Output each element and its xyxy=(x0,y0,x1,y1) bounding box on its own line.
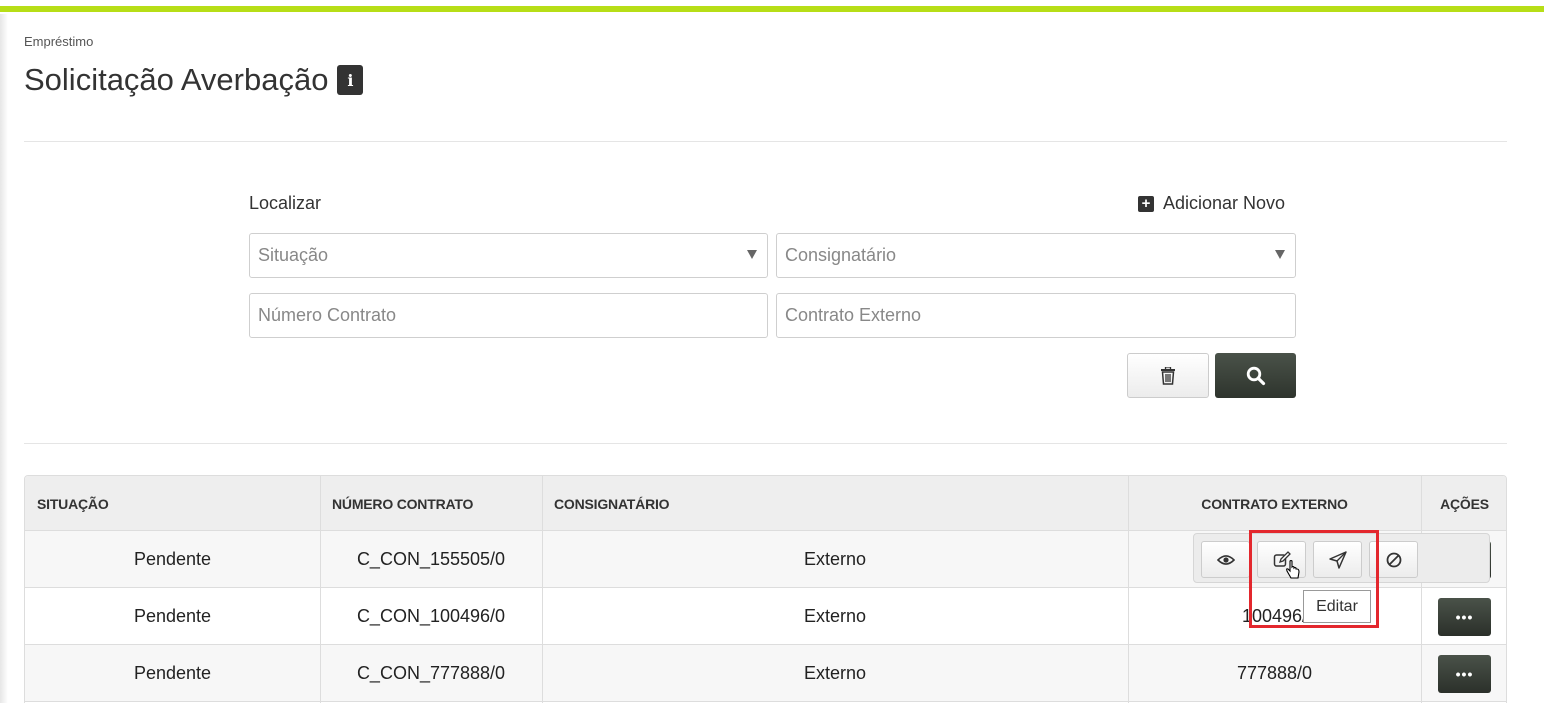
add-new-button[interactable]: + Adicionar Novo xyxy=(1138,193,1285,214)
filter-label: Localizar xyxy=(249,193,322,213)
search-button[interactable] xyxy=(1215,353,1296,398)
column-divider xyxy=(542,476,543,703)
info-icon[interactable]: i xyxy=(337,65,364,95)
add-new-label: Adicionar Novo xyxy=(1163,193,1286,213)
column-divider xyxy=(1128,476,1129,703)
numero-contrato-field[interactable] xyxy=(249,293,768,338)
caret-down-icon xyxy=(747,250,757,259)
contrato-externo-field[interactable] xyxy=(776,293,1296,338)
cell-contrato-externo: 777888/0 xyxy=(1236,663,1313,683)
table-header: SITUAÇÃO NÚMERO CONTRATO CONSIGNATÁRIO C… xyxy=(25,476,1506,531)
header-acoes: AÇÕES xyxy=(1440,495,1489,512)
header-situacao[interactable]: SITUAÇÃO xyxy=(37,476,109,531)
more-actions-button[interactable]: ••• xyxy=(1438,598,1491,636)
breadcrumb[interactable]: Empréstimo xyxy=(24,34,93,49)
cell-numero-contrato: C_CON_100496/0 xyxy=(356,606,506,626)
consignatario-select[interactable]: Consignatário xyxy=(776,233,1296,278)
clear-button[interactable] xyxy=(1127,353,1209,398)
cell-numero-contrato: C_CON_155505/0 xyxy=(356,549,506,569)
ban-icon xyxy=(1386,552,1401,567)
divider xyxy=(24,443,1507,444)
more-actions-button[interactable]: ••• xyxy=(1438,655,1491,693)
column-divider xyxy=(1421,476,1422,703)
highlight-box xyxy=(1249,530,1379,628)
page-title-text: Solicitação Averbação xyxy=(24,62,329,97)
view-button[interactable] xyxy=(1201,541,1250,578)
situacao-placeholder: Situação xyxy=(258,245,329,265)
caret-down-icon xyxy=(1275,250,1285,259)
cell-situacao: Pendente xyxy=(133,663,212,683)
header-numero-contrato[interactable]: NÚMERO CONTRATO xyxy=(332,476,473,531)
plus-icon: + xyxy=(1138,195,1154,212)
accent-stripe xyxy=(0,6,1544,12)
divider xyxy=(24,141,1507,142)
cell-situacao: Pendente xyxy=(133,549,212,569)
table-row: Pendente C_CON_777888/0 Externo 777888/0… xyxy=(25,645,1506,702)
top-bar xyxy=(0,0,1544,14)
page-title: Solicitação Averbação i xyxy=(24,62,364,98)
column-divider xyxy=(320,476,321,703)
left-shadow xyxy=(0,14,8,703)
cell-situacao: Pendente xyxy=(133,606,212,626)
search-icon xyxy=(1246,366,1265,385)
cell-numero-contrato: C_CON_777888/0 xyxy=(356,663,506,683)
cell-consignatario: Externo xyxy=(803,663,867,683)
header-contrato-externo[interactable]: CONTRATO EXTERNO xyxy=(1128,476,1421,531)
situacao-select[interactable]: Situação xyxy=(249,233,768,278)
eye-icon xyxy=(1216,554,1235,565)
contrato-externo-input[interactable] xyxy=(785,294,1295,337)
cell-consignatario: Externo xyxy=(803,606,867,626)
cell-consignatario: Externo xyxy=(803,549,867,569)
numero-contrato-input[interactable] xyxy=(258,294,767,337)
header-consignatario[interactable]: CONSIGNATÁRIO xyxy=(554,476,670,531)
consignatario-placeholder: Consignatário xyxy=(785,245,897,265)
trash-icon xyxy=(1161,366,1175,385)
